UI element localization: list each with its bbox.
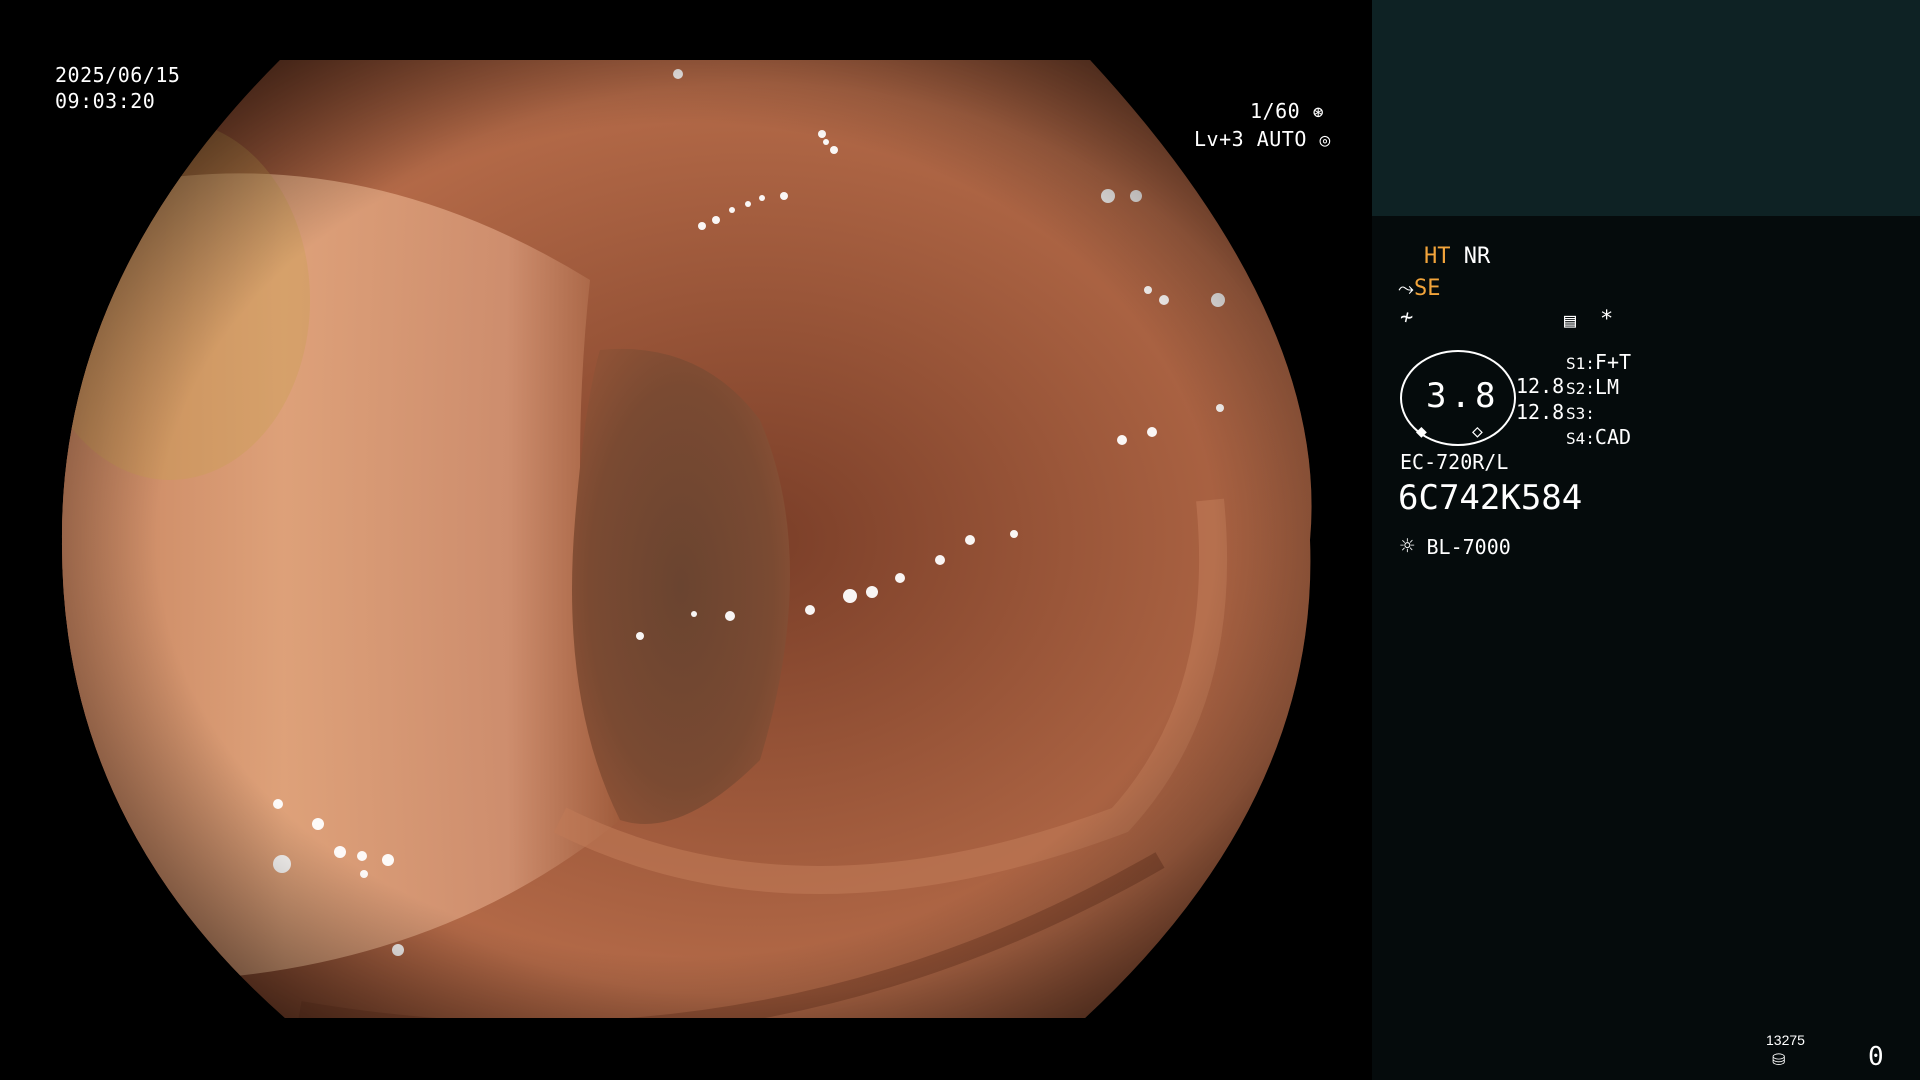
enhancement-row: HT NR [1424,243,1490,271]
scope-serial: 6C742K584 [1398,478,1583,518]
switch-s4: S4:CAD [1566,423,1631,453]
storage-icon: ⛁ [1772,1050,1786,1069]
light-source-label: BL-7000 [1426,535,1511,559]
gauge-value: 3.8 [1426,376,1500,416]
info-panel: HT NR ⤳SE ≁ ▤ * 3.8 ◆ ◇ 12.8 12.8 S1:F+T… [1372,0,1920,1080]
date-label: 2025/06/15 [55,63,181,87]
se-label: SE [1414,276,1441,301]
s2-label: S2: [1566,379,1595,398]
shutter-label: 1/60 [1250,99,1301,123]
gauge-marker-left-icon: ◆ [1416,421,1427,442]
light-icon: ☼ [1400,532,1415,560]
gauge-marker-right-icon: ◇ [1472,421,1483,442]
s1-label: S1: [1566,354,1595,373]
time-label: 09:03:20 [55,89,156,113]
mode-label: AUTO [1256,127,1307,151]
s1-value: F+T [1594,350,1632,374]
s2-value: LM [1594,375,1619,399]
shutter-readout: 1/60 ⊛ [1250,98,1324,126]
ht-label: HT [1424,244,1451,269]
gamma-icon: ≁ [1400,305,1414,330]
endoscope-view: 2025/06/15 09:03:20 1/60 ⊛ Lv+3 AUTO ◎ [0,0,1372,1080]
s4-value: CAD [1594,425,1632,449]
value-2: 12.8 [1516,400,1565,424]
shutter-icon: ⊛ [1312,102,1325,123]
lens-image [61,60,1312,1018]
light-source-row: ☼ BL-7000 [1400,532,1511,561]
memory-icon: ▤ [1564,308,1577,332]
aperture-icon: ◎ [1319,130,1331,151]
value-1: 12.8 [1516,374,1565,398]
nr-label: NR [1463,244,1491,269]
asterisk-label: * [1600,307,1614,332]
s3-label: S3: [1566,404,1595,423]
level-label: Lv+3 [1194,127,1245,151]
scope-model: EC-720R/L [1400,450,1509,474]
structure-icon: ⤳ [1398,276,1414,300]
frame-counter: 0 [1868,1042,1884,1072]
panel-header-block [1372,0,1920,216]
endoscopic-image [61,60,1312,1018]
s4-label: S4: [1566,429,1595,448]
exposure-readout: Lv+3 AUTO ◎ [1194,126,1331,154]
se-row: ⤳SE [1398,274,1441,303]
